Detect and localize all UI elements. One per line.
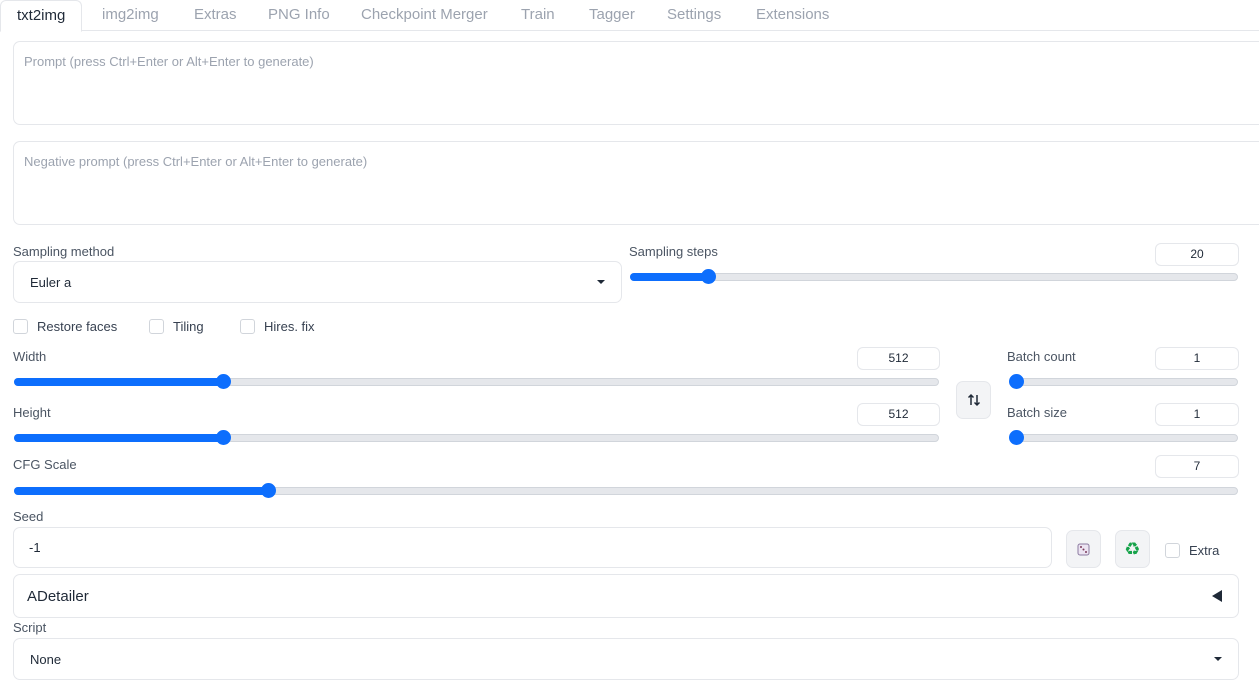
- random-seed-button[interactable]: [1066, 530, 1101, 568]
- sampling-steps-label: Sampling steps: [629, 244, 718, 259]
- slider-thumb[interactable]: [216, 430, 232, 445]
- cfg-scale-number[interactable]: 7: [1155, 455, 1239, 478]
- chevron-down-icon: [1214, 657, 1222, 661]
- width-label: Width: [13, 349, 47, 364]
- batch-count-label: Batch count: [1007, 349, 1076, 364]
- tab-tagger[interactable]: Tagger: [572, 0, 652, 31]
- adetailer-label: ADetailer: [27, 587, 89, 605]
- sampling-method-label: Sampling method: [13, 244, 115, 259]
- seed-extra-checkbox[interactable]: Extra: [1165, 543, 1219, 558]
- seed-label: Seed: [13, 509, 44, 524]
- script-select[interactable]: None: [13, 638, 1239, 680]
- swap-vertical-icon: [967, 393, 980, 407]
- tab-settings[interactable]: Settings: [650, 0, 738, 31]
- chevron-down-icon: [597, 280, 605, 284]
- restore-faces-label: Restore faces: [37, 319, 118, 334]
- tab-png-info[interactable]: PNG Info: [251, 0, 347, 31]
- script-value: None: [30, 651, 62, 667]
- batch-size-label: Batch size: [1007, 405, 1067, 420]
- height-label: Height: [13, 405, 51, 420]
- swap-dimensions-button[interactable]: [956, 381, 991, 419]
- batch-count-number[interactable]: 1: [1155, 347, 1239, 370]
- negative-prompt-input[interactable]: Negative prompt (press Ctrl+Enter or Alt…: [13, 141, 1259, 225]
- dice-icon: [1077, 543, 1089, 556]
- batch-count-slider[interactable]: [1009, 374, 1238, 389]
- sampling-steps-number[interactable]: 20: [1155, 243, 1239, 266]
- reuse-seed-button[interactable]: ♻: [1115, 530, 1150, 568]
- tiling-checkbox[interactable]: Tiling: [149, 319, 204, 334]
- tab-extras[interactable]: Extras: [177, 0, 254, 31]
- batch-size-slider[interactable]: [1009, 430, 1238, 445]
- hires-fix-checkbox[interactable]: Hires. fix: [240, 319, 315, 334]
- cfg-scale-slider[interactable]: [14, 483, 1238, 498]
- adetailer-accordion[interactable]: ADetailer: [13, 574, 1239, 618]
- prompt-input[interactable]: Prompt (press Ctrl+Enter or Alt+Enter to…: [13, 41, 1259, 125]
- seed-input[interactable]: -1: [13, 527, 1052, 568]
- tab-checkpoint-merger[interactable]: Checkpoint Merger: [344, 0, 505, 31]
- tab-txt2img[interactable]: txt2img: [0, 0, 83, 32]
- height-slider[interactable]: [14, 430, 939, 445]
- tab-img2img[interactable]: img2img: [85, 0, 176, 31]
- sampling-method-value: Euler a: [30, 274, 72, 290]
- tiling-label: Tiling: [173, 319, 204, 334]
- tab-train[interactable]: Train: [504, 0, 572, 31]
- slider-thumb[interactable]: [1009, 430, 1024, 445]
- cfg-scale-label: CFG Scale: [13, 457, 77, 472]
- width-number[interactable]: 512: [857, 347, 940, 370]
- slider-thumb[interactable]: [216, 374, 232, 389]
- seed-extra-label: Extra: [1189, 543, 1220, 558]
- collapse-arrow-icon: [1212, 590, 1222, 602]
- slider-thumb[interactable]: [1009, 374, 1024, 389]
- sampling-steps-slider[interactable]: [630, 269, 1238, 284]
- tab-bar: txt2img img2img Extras PNG Info Checkpoi…: [0, 0, 1259, 32]
- sampling-method-select[interactable]: Euler a: [13, 261, 622, 303]
- slider-thumb[interactable]: [260, 483, 276, 498]
- tab-extensions[interactable]: Extensions: [739, 0, 846, 31]
- width-slider[interactable]: [14, 374, 939, 389]
- hires-fix-label: Hires. fix: [264, 319, 315, 334]
- batch-size-number[interactable]: 1: [1155, 403, 1239, 426]
- script-label: Script: [13, 620, 47, 635]
- restore-faces-checkbox[interactable]: Restore faces: [13, 319, 117, 334]
- height-number[interactable]: 512: [857, 403, 940, 426]
- slider-thumb[interactable]: [701, 269, 717, 284]
- recycle-icon: ♻: [1124, 538, 1141, 560]
